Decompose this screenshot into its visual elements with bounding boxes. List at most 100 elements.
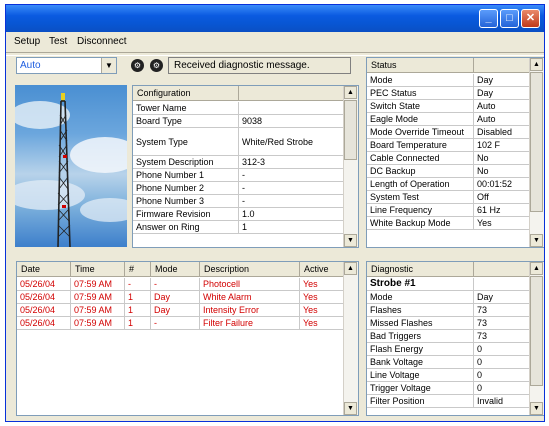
- menu-setup[interactable]: Setup: [14, 36, 40, 47]
- configuration-scrollbar[interactable]: ▲ ▼: [343, 86, 358, 247]
- scroll-up-icon[interactable]: ▲: [344, 262, 357, 275]
- app-window: _ □ ✕ Setup Test Disconnect Auto ▼ ⚙ ⚙ R…: [5, 4, 545, 422]
- diag-value: 0: [474, 343, 532, 356]
- scroll-thumb[interactable]: [530, 276, 543, 386]
- minimize-button[interactable]: _: [479, 9, 498, 28]
- alarm-time: 07:59 AM: [71, 304, 125, 317]
- alarm-description: Photocell: [200, 278, 300, 291]
- diag-value: 0: [474, 356, 532, 369]
- alarm-mode: -: [151, 278, 200, 291]
- alarm-date: 05/26/04: [17, 278, 71, 291]
- diagnostic-scrollbar[interactable]: ▲ ▼: [529, 262, 544, 415]
- diag-label: Filter Position: [367, 395, 474, 408]
- diag-label: Flashes: [367, 304, 474, 317]
- status-label: PEC Status: [367, 87, 474, 100]
- configuration-header: Configuration: [133, 86, 239, 101]
- refresh-icon[interactable]: ⚙: [150, 59, 163, 72]
- alarm-number: 1: [125, 291, 151, 304]
- status-label: DC Backup: [367, 165, 474, 178]
- diag-label: Bank Voltage: [367, 356, 474, 369]
- menu-test[interactable]: Test: [49, 36, 67, 47]
- status-value: No: [474, 165, 532, 178]
- config-value: -: [239, 195, 346, 208]
- alarm-col-mode[interactable]: Mode: [151, 262, 200, 277]
- alarm-date: 05/26/04: [17, 304, 71, 317]
- scroll-up-icon[interactable]: ▲: [530, 262, 543, 275]
- diag-label: Mode: [367, 291, 474, 304]
- configuration-value-header: [239, 86, 346, 101]
- alarm-col-number[interactable]: #: [125, 262, 151, 277]
- diag-value: Invalid: [474, 395, 532, 408]
- status-label: Eagle Mode: [367, 113, 474, 126]
- status-value: Auto: [474, 113, 532, 126]
- scroll-up-icon[interactable]: ▲: [344, 86, 357, 99]
- scroll-down-icon[interactable]: ▼: [530, 234, 543, 247]
- diagnostic-grid[interactable]: Diagnostic Strobe #1 Mode Day Flashes 73 M…: [366, 261, 544, 416]
- alarm-time: 07:59 AM: [71, 278, 125, 291]
- maximize-button[interactable]: □: [500, 9, 519, 28]
- scroll-down-icon[interactable]: ▼: [344, 402, 357, 415]
- message-box: Received diagnostic message.: [168, 57, 351, 74]
- configuration-grid[interactable]: Configuration Tower Name Board Type 9038 …: [132, 85, 359, 248]
- status-value: Off: [474, 191, 532, 204]
- scroll-down-icon[interactable]: ▼: [344, 234, 357, 247]
- alarm-mode: Day: [151, 291, 200, 304]
- connect-icon[interactable]: ⚙: [131, 59, 144, 72]
- config-label: Phone Number 2: [133, 182, 239, 195]
- alarm-col-description[interactable]: Description: [200, 262, 300, 277]
- config-label: Answer on Ring: [133, 221, 239, 234]
- alarm-active: Yes: [300, 291, 346, 304]
- status-value-header: [474, 58, 532, 73]
- status-grid[interactable]: Status Mode Day PEC Status Day Switch Stat…: [366, 57, 544, 248]
- alarm-description: Filter Failure: [200, 317, 300, 330]
- status-label: White Backup Mode: [367, 217, 474, 230]
- status-value: Day: [474, 87, 532, 100]
- alarm-date: 05/26/04: [17, 317, 71, 330]
- config-label: Firmware Revision: [133, 208, 239, 221]
- alarm-col-date[interactable]: Date: [17, 262, 71, 277]
- status-value: 61 Hz: [474, 204, 532, 217]
- status-scrollbar[interactable]: ▲ ▼: [529, 58, 544, 247]
- alarm-mode: -: [151, 317, 200, 330]
- diag-label: Flash Energy: [367, 343, 474, 356]
- status-label: Line Frequency: [367, 204, 474, 217]
- scroll-thumb[interactable]: [344, 100, 357, 160]
- status-label: Cable Connected: [367, 152, 474, 165]
- config-value: 9038: [239, 115, 346, 128]
- config-value: 1.0: [239, 208, 346, 221]
- status-label: Length of Operation: [367, 178, 474, 191]
- scroll-up-icon[interactable]: ▲: [530, 58, 543, 71]
- diag-label: Trigger Voltage: [367, 382, 474, 395]
- alarm-col-time[interactable]: Time: [71, 262, 125, 277]
- alarm-col-active[interactable]: Active: [300, 262, 346, 277]
- diag-label: Missed Flashes: [367, 317, 474, 330]
- strobe-title: Strobe #1: [367, 278, 474, 291]
- menu-disconnect[interactable]: Disconnect: [77, 36, 126, 47]
- config-label: Phone Number 3: [133, 195, 239, 208]
- config-label: Phone Number 1: [133, 169, 239, 182]
- alarm-log-grid[interactable]: Date Time # Mode Description Active 05/2…: [16, 261, 359, 416]
- alarm-active: Yes: [300, 317, 346, 330]
- alarm-description: Intensity Error: [200, 304, 300, 317]
- menu-bar: Setup Test Disconnect: [6, 34, 544, 50]
- mode-combo[interactable]: Auto ▼: [16, 57, 117, 74]
- alarm-number: 1: [125, 304, 151, 317]
- diag-value: 73: [474, 317, 532, 330]
- scroll-thumb[interactable]: [530, 72, 543, 212]
- status-value: Disabled: [474, 126, 532, 139]
- alarm-number: -: [125, 278, 151, 291]
- close-button[interactable]: ✕: [521, 9, 540, 28]
- strobe-title-value: [474, 278, 532, 291]
- config-value: White/Red Strobe: [239, 128, 346, 156]
- status-value: Day: [474, 74, 532, 87]
- alarm-active: Yes: [300, 278, 346, 291]
- config-label: System Description: [133, 156, 239, 169]
- status-header: Status: [367, 58, 474, 73]
- diag-value: 73: [474, 330, 532, 343]
- alarm-log-scrollbar[interactable]: ▲ ▼: [343, 262, 358, 415]
- chevron-down-icon[interactable]: ▼: [101, 58, 116, 73]
- status-value: No: [474, 152, 532, 165]
- diagnostic-message: Received diagnostic message.: [174, 60, 310, 71]
- tower-icon: [15, 93, 127, 247]
- scroll-down-icon[interactable]: ▼: [530, 402, 543, 415]
